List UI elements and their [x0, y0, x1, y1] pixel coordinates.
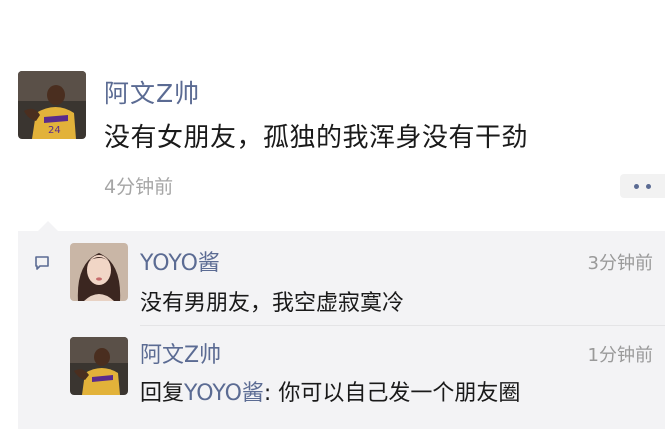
more-dots-icon-dot — [646, 184, 651, 189]
more-dots-icon — [634, 184, 639, 189]
post-timestamp: 4分钟前 — [104, 176, 174, 198]
comment-avatar-awen[interactable] — [70, 337, 128, 395]
svg-text:24: 24 — [48, 125, 61, 136]
comment-bubble-icon — [34, 255, 50, 275]
comment-author-name[interactable]: 阿文Z帅 — [140, 337, 221, 369]
reply-body: : 你可以自己发一个朋友圈 — [263, 381, 521, 406]
reply-to-name[interactable]: YOYO酱 — [184, 381, 264, 406]
post-content: 没有女朋友，孤独的我浑身没有干劲 — [104, 123, 529, 153]
post-author-name[interactable]: 阿文Z帅 — [104, 74, 200, 110]
post-author-avatar[interactable]: 24 — [18, 71, 86, 139]
more-options-button[interactable] — [620, 174, 665, 198]
comment-divider — [140, 325, 665, 326]
comment-timestamp: 1分钟前 — [587, 345, 653, 366]
reply-prefix: 回复 — [140, 381, 185, 406]
comment-text: 没有男朋友，我空虚寂寞冷 — [140, 291, 405, 316]
comment-author-name[interactable]: YOYO酱 — [140, 245, 220, 277]
reply-comment-text: 回复YOYO酱: 你可以自己发一个朋友圈 — [140, 375, 520, 407]
comment-avatar-yoyo[interactable] — [70, 243, 128, 301]
comment-timestamp: 3分钟前 — [587, 253, 653, 274]
